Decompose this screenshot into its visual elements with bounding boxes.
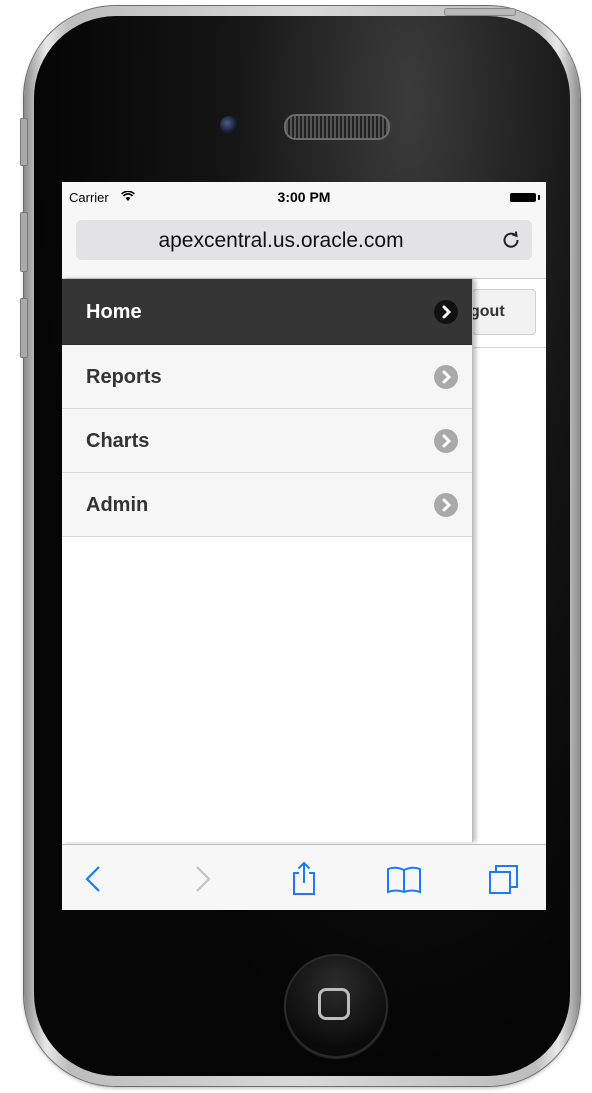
back-icon[interactable] xyxy=(76,861,112,897)
status-time: 3:00 PM xyxy=(277,189,331,205)
logout-button[interactable]: gout xyxy=(472,289,536,335)
navigation-panel: Home Reports Charts Admin xyxy=(62,279,473,842)
url-text: apexcentral.us.oracle.com xyxy=(158,229,404,252)
front-camera xyxy=(220,116,238,134)
chevron-right-icon xyxy=(434,365,458,389)
home-button[interactable] xyxy=(284,954,388,1058)
earpiece-speaker xyxy=(284,114,390,140)
home-button-icon xyxy=(318,988,350,1020)
nav-item-admin[interactable]: Admin xyxy=(62,473,472,537)
nav-item-label: Charts xyxy=(86,430,150,452)
tabs-icon[interactable] xyxy=(486,861,522,897)
reload-icon[interactable] xyxy=(500,229,522,251)
nav-item-home[interactable]: Home xyxy=(62,279,472,345)
share-icon[interactable] xyxy=(286,861,322,897)
address-bar[interactable]: apexcentral.us.oracle.com xyxy=(76,220,532,260)
forward-icon[interactable] xyxy=(184,861,220,897)
volume-down-button xyxy=(20,298,28,358)
nav-item-label: Admin xyxy=(86,494,149,516)
nav-item-reports[interactable]: Reports xyxy=(62,345,472,409)
mute-switch xyxy=(20,118,28,166)
logout-label: gout xyxy=(472,303,505,320)
chevron-right-icon xyxy=(434,493,458,517)
browser-address-area: apexcentral.us.oracle.com xyxy=(62,212,546,279)
nav-item-charts[interactable]: Charts xyxy=(62,409,472,473)
chevron-right-icon xyxy=(434,429,458,453)
sleep-button xyxy=(444,8,516,16)
nav-item-label: Home xyxy=(86,301,142,323)
browser-toolbar xyxy=(62,844,546,910)
battery-icon xyxy=(510,193,540,202)
bookmarks-icon[interactable] xyxy=(386,861,422,897)
status-bar: Carrier 3:00 PM xyxy=(62,182,546,212)
chevron-right-icon xyxy=(434,300,458,324)
nav-item-label: Reports xyxy=(86,366,162,388)
volume-up-button xyxy=(20,212,28,272)
phone-screen: Carrier 3:00 PM apexcentral.us.oracle.co… xyxy=(62,182,546,910)
page-header-divider xyxy=(474,347,546,348)
